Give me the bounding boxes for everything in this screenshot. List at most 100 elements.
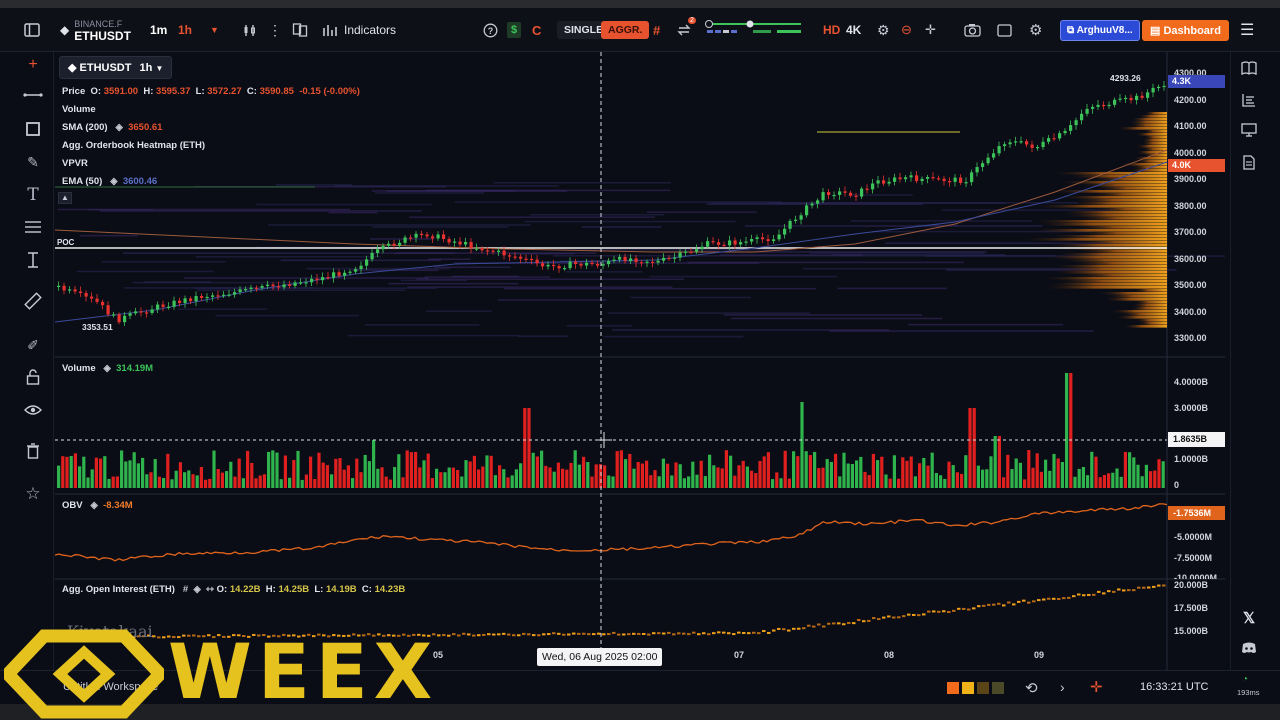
hash-icon[interactable]: # xyxy=(183,584,188,595)
heatmap-streak xyxy=(193,287,437,289)
opacity-slider[interactable] xyxy=(705,8,805,52)
diamond-icon[interactable]: ◈ xyxy=(104,363,111,374)
crosshair-icon[interactable]: ✛ xyxy=(925,8,936,52)
trash-icon[interactable] xyxy=(22,440,44,462)
arrows-icon[interactable]: ⇿ xyxy=(206,584,214,595)
indicators-button[interactable]: Indicators xyxy=(322,8,396,52)
volume-bar xyxy=(846,463,850,488)
volume-bar xyxy=(1128,452,1132,488)
volume-bar xyxy=(523,408,527,488)
swatch-brown[interactable] xyxy=(977,682,989,694)
volume-bar xyxy=(783,450,787,488)
volume-bar xyxy=(1102,475,1106,488)
candle-body xyxy=(332,272,336,278)
heatmap-streak xyxy=(646,211,757,213)
chart-area[interactable]: ◆ ETHUSDT 1h ▼ Price O: 3591.00 H: 3595.… xyxy=(55,52,1225,670)
candle-body xyxy=(739,242,743,245)
candle-body xyxy=(1113,99,1117,105)
swatch-orange[interactable] xyxy=(947,682,959,694)
color-swatches[interactable] xyxy=(947,682,1004,694)
chart-symbol-chip[interactable]: ◆ ETHUSDT 1h ▼ xyxy=(59,56,173,79)
fullscreen-icon[interactable] xyxy=(997,8,1012,52)
vertical-line-tool-icon[interactable] xyxy=(22,249,44,271)
sidebar-toggle-icon[interactable] xyxy=(24,8,40,52)
heatmap-streak xyxy=(57,208,351,211)
help-icon[interactable]: ? xyxy=(483,8,498,52)
preferences-gear-icon[interactable]: ⚙ xyxy=(1029,8,1042,52)
collapse-legend-button[interactable]: ▲ xyxy=(58,192,72,204)
settings-gear-icon[interactable]: ⚙ xyxy=(877,8,890,52)
dashboard-button[interactable]: ▤ Dashboard xyxy=(1142,8,1229,52)
volume-bar xyxy=(166,453,170,488)
oi-mark xyxy=(1087,593,1091,596)
aggr-button[interactable]: AGGR. xyxy=(601,8,650,52)
lock-icon[interactable] xyxy=(22,366,44,388)
replay-icon[interactable]: ⟲ xyxy=(1025,679,1038,697)
volume-bar xyxy=(409,452,413,488)
discord-icon[interactable] xyxy=(1239,638,1259,658)
swatch-olive[interactable] xyxy=(992,682,1004,694)
sync-button[interactable]: 2 xyxy=(676,8,696,52)
interval-1m-button[interactable]: 1m xyxy=(150,8,167,52)
pen-tool-icon[interactable]: ✐ xyxy=(22,334,44,356)
chart-type-icon[interactable] xyxy=(243,8,258,52)
swatch-yellow[interactable] xyxy=(962,682,974,694)
oi-mark xyxy=(607,633,611,636)
price-axis-label: 4000.00 xyxy=(1174,147,1207,158)
price-chart-canvas[interactable] xyxy=(55,52,1225,670)
hamburger-menu-icon[interactable]: ☰ xyxy=(1240,8,1254,52)
text-tool-icon[interactable]: T xyxy=(22,184,44,206)
interval-dropdown-icon[interactable]: ▼ xyxy=(210,8,219,52)
more-options-icon[interactable]: ⋮ xyxy=(268,8,282,52)
interval-1h-button[interactable]: 1h xyxy=(178,8,192,52)
notification-badge: 2 xyxy=(688,17,696,24)
volume-bar xyxy=(674,462,678,488)
dollar-icon[interactable]: $ xyxy=(507,8,522,52)
trend-line-tool-icon[interactable] xyxy=(22,84,44,106)
diamond-icon[interactable]: ◈ xyxy=(116,122,123,133)
dashboard-icon: ▤ xyxy=(1150,24,1161,37)
x-social-icon[interactable]: 𝕏 xyxy=(1239,608,1259,628)
candle-body xyxy=(1003,144,1007,147)
candle-body xyxy=(1151,87,1155,93)
crosshair-tool-icon[interactable]: + xyxy=(22,54,44,76)
vpvr-bar xyxy=(1118,127,1167,130)
oi-mark xyxy=(1107,590,1111,593)
hash-icon[interactable]: # xyxy=(653,8,660,52)
rectangle-tool-icon[interactable] xyxy=(22,118,44,140)
candle-body xyxy=(711,241,715,243)
utc-clock[interactable]: 16:33:21 UTC xyxy=(1140,681,1208,693)
book-icon[interactable] xyxy=(1239,58,1259,78)
ruler-tool-icon[interactable] xyxy=(22,290,44,312)
document-icon[interactable] xyxy=(1239,152,1259,172)
user-account-button[interactable]: ⧉ ArghuuV8... xyxy=(1060,8,1140,52)
diamond-icon[interactable]: ◈ xyxy=(91,500,98,511)
camera-icon[interactable] xyxy=(964,8,981,52)
volume-bar xyxy=(594,464,598,488)
eye-icon[interactable] xyxy=(22,399,44,421)
volume-bar xyxy=(472,455,476,488)
hd-button[interactable]: HD xyxy=(823,8,840,52)
symbol-selector[interactable]: ◆ BINANCE.F ETHUSDT xyxy=(60,8,131,52)
c-icon[interactable]: C xyxy=(532,8,541,52)
candle-body xyxy=(1096,104,1100,107)
monitor-icon[interactable] xyxy=(1239,120,1259,140)
ema-legend: EMA (50) ◈ 3600.46 xyxy=(62,176,158,187)
crosshair-mode-icon[interactable]: ✛ xyxy=(1090,678,1103,696)
oi-mark xyxy=(457,634,461,637)
heatmap-streak xyxy=(802,267,1096,270)
compare-icon[interactable] xyxy=(292,8,308,52)
fib-tool-icon[interactable] xyxy=(22,216,44,238)
forward-chevron-icon[interactable]: › xyxy=(1060,679,1065,695)
4k-button[interactable]: 4K xyxy=(846,8,861,52)
favorite-star-icon[interactable]: ☆ xyxy=(22,483,44,505)
volume-bar xyxy=(220,472,224,488)
zoom-out-icon[interactable]: ⊖ xyxy=(901,8,912,52)
brush-tool-icon[interactable]: ✎ xyxy=(22,151,44,173)
list-chart-icon[interactable] xyxy=(1239,90,1259,110)
diamond-icon[interactable]: ◈ xyxy=(193,584,200,595)
price-legend: Price O: 3591.00 H: 3595.37 L: 3572.27 C… xyxy=(62,86,360,97)
diamond-icon[interactable]: ◈ xyxy=(110,176,117,187)
candle-body xyxy=(684,251,688,253)
oi-mark xyxy=(1042,598,1046,601)
